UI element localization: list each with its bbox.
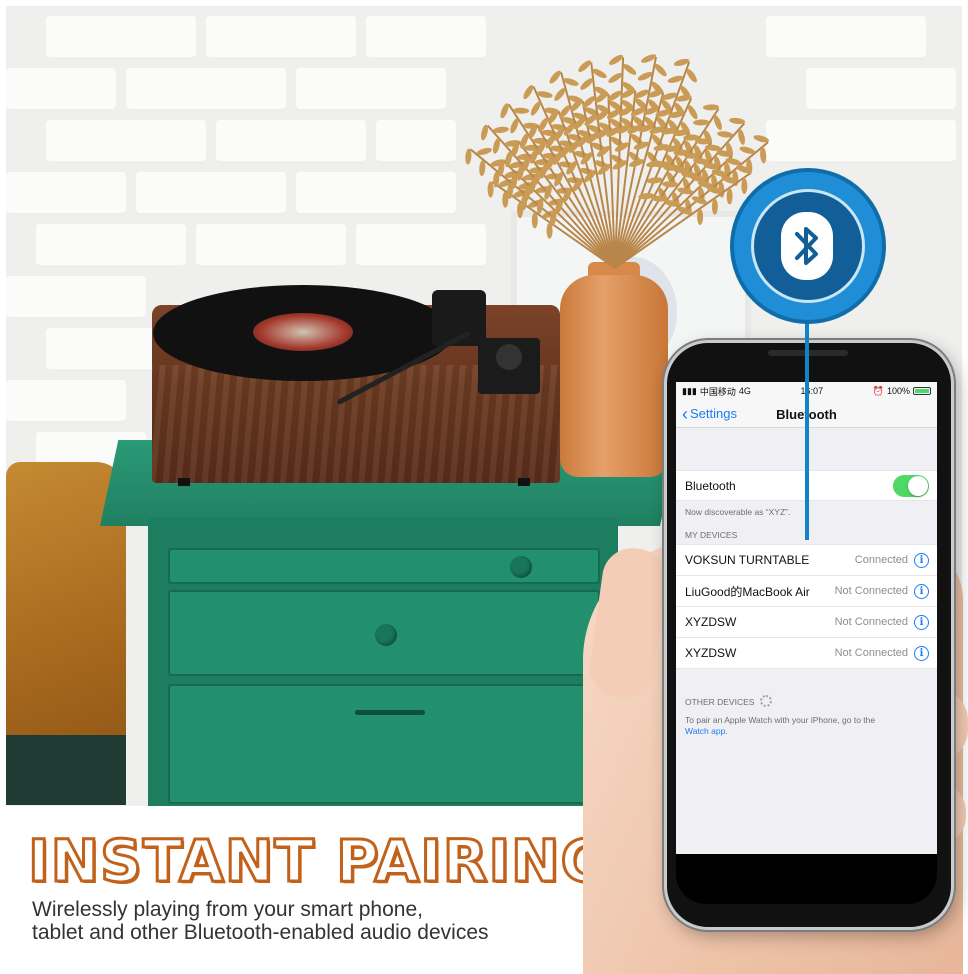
device-row[interactable]: LiuGood的MacBook Air Not Connected i (676, 576, 937, 607)
battery-icon (912, 387, 931, 395)
info-icon[interactable]: i (914, 552, 929, 568)
vase (560, 275, 668, 477)
info-icon[interactable]: i (914, 583, 929, 599)
device-status: Not Connected (834, 647, 908, 659)
device-row[interactable]: XYZDSW Not Connected i (676, 638, 937, 669)
bluetooth-toggle[interactable] (893, 474, 929, 497)
green-cabinet (148, 518, 618, 806)
status-time: 16:07 (800, 386, 824, 396)
bluetooth-icon (795, 227, 818, 265)
device-name: LiuGood的MacBook Air (685, 584, 810, 599)
carrier-name: 中国移动 (699, 386, 736, 397)
device-status: Not Connected (834, 616, 908, 628)
signal-icon: ▮▮▮ (682, 385, 697, 396)
device-name: XYZDSW (685, 646, 737, 660)
network-type: 4G (738, 386, 751, 396)
device-status: Not Connected (834, 585, 908, 597)
device-name: XYZDSW (685, 615, 737, 629)
device-list: VOKSUN TURNTABLE Connected i LiuGood的Mac… (676, 544, 937, 669)
alarm-icon: ⏰ (872, 385, 884, 396)
other-devices-header: OTHER DEVICES (676, 669, 937, 711)
watch-app-link[interactable]: Watch app. (685, 726, 728, 736)
device-status: Connected (854, 554, 908, 566)
subtitle-line-2: tablet and other Bluetooth-enabled audio… (32, 921, 489, 944)
battery-percent: 100% (886, 386, 910, 396)
device-name: VOKSUN TURNTABLE (685, 553, 810, 567)
device-row[interactable]: VOKSUN TURNTABLE Connected i (676, 545, 937, 576)
drawer-top (168, 548, 600, 584)
info-icon[interactable]: i (914, 645, 929, 661)
callout-line (805, 300, 809, 540)
turntable-controls (478, 338, 540, 394)
headline: INSTANT PAIRING (26, 827, 610, 896)
info-icon[interactable]: i (914, 614, 929, 630)
watch-hint: To pair an Apple Watch with your iPhone,… (685, 715, 876, 736)
device-row[interactable]: XYZDSW Not Connected i (676, 607, 937, 638)
spinner-icon (760, 695, 773, 707)
drawer-middle (168, 590, 600, 676)
subtitle-line-1: Wirelessly playing from your smart phone… (32, 898, 423, 921)
bluetooth-label: Bluetooth (685, 478, 736, 493)
drawer-bottom (168, 684, 600, 804)
